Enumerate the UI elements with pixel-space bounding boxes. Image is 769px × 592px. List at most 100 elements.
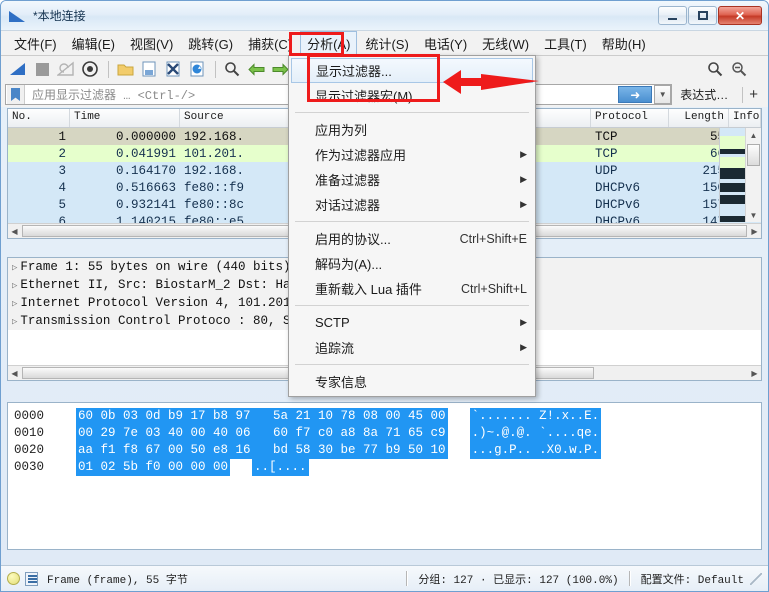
menu-sctp[interactable]: SCTP ▶	[289, 310, 535, 335]
column-header-length[interactable]: Length	[669, 109, 729, 127]
bookmark-icon[interactable]	[7, 85, 25, 104]
menu-prepare-filter[interactable]: 准备过滤器 ▶	[289, 167, 535, 192]
scroll-right-icon[interactable]: ▶	[748, 227, 761, 236]
menu-follow-stream[interactable]: 追踪流 ▶	[289, 335, 535, 360]
cell-source: fe80::f9	[184, 180, 245, 195]
cell-protocol: UDP	[595, 163, 618, 178]
annotation-arrow	[441, 69, 541, 100]
hex-bytes: aa f1 f8 67 00 50 e8 16 bd 58 30 be 77 b…	[76, 442, 448, 459]
restart-capture-icon[interactable]	[55, 58, 77, 80]
menu-wireless[interactable]: 无线(W)	[475, 31, 536, 56]
expression-button[interactable]: 表达式…	[672, 86, 736, 103]
hex-ascii: ..[....	[252, 459, 309, 476]
hex-row[interactable]: 0000 60 0b 03 0d b9 17 b8 97 5a 21 10 78…	[14, 408, 761, 425]
status-packets-text: 分组: 127 · 已显示: 127 (100.0%)	[418, 574, 619, 587]
hex-row[interactable]: 0020 aa f1 f8 67 00 50 e8 16 bd 58 30 be…	[14, 442, 761, 459]
minimize-button[interactable]	[658, 6, 687, 25]
expand-triangle-icon[interactable]: ▷	[12, 281, 17, 291]
scroll-up-icon[interactable]: ▲	[746, 128, 761, 142]
menu-item-label: 显示过滤器...	[316, 64, 392, 79]
menu-capture[interactable]: 捕获(C)	[241, 31, 299, 56]
menu-statistics[interactable]: 统计(S)	[358, 31, 415, 56]
colorbar-segment	[720, 168, 745, 179]
scroll-left-icon[interactable]: ◀	[8, 369, 21, 378]
expand-triangle-icon[interactable]: ▷	[12, 317, 17, 327]
toolbar-separator	[215, 60, 216, 78]
open-file-icon[interactable]	[114, 58, 136, 80]
submenu-arrow-icon: ▶	[520, 174, 527, 184]
menu-analyze[interactable]: 分析(A)	[300, 30, 358, 56]
menu-item-shortcut: Ctrl+Shift+E	[459, 231, 527, 246]
close-button[interactable]: ✕	[718, 6, 762, 25]
status-frame-text: Frame (frame), 55 字节	[47, 574, 188, 587]
menu-conversation-filter[interactable]: 对话过滤器 ▶	[289, 192, 535, 217]
cell-time: 0.932141	[115, 197, 176, 212]
menu-file[interactable]: 文件(F)	[7, 31, 64, 56]
packet-list-vertical-scrollbar[interactable]: ▲ ▼	[745, 128, 761, 222]
menu-decode-as[interactable]: 解码为(A)...	[289, 251, 535, 276]
colorbar-segment	[720, 157, 745, 168]
go-back-icon[interactable]	[245, 58, 267, 80]
reload-file-icon[interactable]	[186, 58, 208, 80]
arrow-right-icon[interactable]: ➜	[618, 86, 653, 103]
menu-bar: 文件(F) 编辑(E) 视图(V) 跳转(G) 捕获(C) 分析(A) 统计(S…	[1, 30, 768, 56]
expand-triangle-icon[interactable]: ▷	[12, 263, 17, 273]
chevron-down-icon[interactable]: ▼	[654, 85, 672, 104]
status-profile-text: 配置文件: Default	[640, 574, 744, 587]
column-header-no[interactable]: No.	[8, 109, 70, 127]
menu-help[interactable]: 帮助(H)	[595, 31, 653, 56]
capture-comment-icon[interactable]	[25, 571, 38, 586]
hex-offset: 0000	[14, 409, 45, 423]
find-packet-icon[interactable]	[221, 58, 243, 80]
window-title: *本地连接	[33, 9, 86, 23]
menu-view[interactable]: 视图(V)	[123, 31, 180, 56]
scroll-right-icon[interactable]: ▶	[748, 369, 761, 378]
menu-enabled-protocols[interactable]: 启用的协议... Ctrl+Shift+E	[289, 226, 535, 251]
wireshark-window: *本地连接 ✕ 文件(F) 编辑(E) 视图(V) 跳转(G) 捕获(C) 分析…	[0, 0, 769, 592]
maximize-button[interactable]	[688, 6, 717, 25]
menu-tools[interactable]: 工具(T)	[537, 31, 594, 56]
menu-expert-information[interactable]: 专家信息	[289, 369, 535, 394]
menu-apply-as-filter[interactable]: 作为过滤器应用 ▶	[289, 142, 535, 167]
colorbar-segment	[720, 195, 745, 204]
submenu-arrow-icon: ▶	[520, 317, 527, 327]
capture-options-icon[interactable]	[79, 58, 101, 80]
menu-edit[interactable]: 编辑(E)	[65, 31, 122, 56]
menu-apply-as-column[interactable]: 应用为列	[289, 117, 535, 142]
cell-protocol: DHCPv6	[595, 197, 641, 212]
cell-no: 5	[58, 197, 66, 212]
colorbar-segment	[720, 136, 745, 149]
submenu-arrow-icon: ▶	[520, 342, 527, 352]
hex-ascii: `....... Z!.x..E.	[469, 408, 602, 425]
filter-placeholder: 应用显示过滤器 … <Ctrl-/>	[32, 89, 196, 103]
scrollbar-thumb[interactable]	[747, 144, 760, 166]
hex-bytes: 00 29 7e 03 40 00 40 06 60 f7 c0 a8 8a 7…	[76, 425, 448, 442]
menu-item-label: 对话过滤器	[315, 198, 381, 213]
menu-item-label: SCTP	[315, 315, 350, 330]
expert-info-icon[interactable]	[7, 572, 20, 585]
column-header-protocol[interactable]: Protocol	[591, 109, 669, 127]
menu-telephony[interactable]: 电话(Y)	[417, 31, 474, 56]
start-capture-icon[interactable]	[7, 58, 29, 80]
resize-grip-icon[interactable]	[750, 572, 762, 585]
expand-triangle-icon[interactable]: ▷	[12, 299, 17, 309]
column-header-source[interactable]: Source	[180, 109, 300, 127]
save-file-icon[interactable]	[138, 58, 160, 80]
scroll-down-icon[interactable]: ▼	[746, 208, 761, 222]
cell-source: fe80::8c	[184, 197, 245, 212]
hex-row[interactable]: 0010 00 29 7e 03 40 00 40 06 60 f7 c0 a8…	[14, 425, 761, 442]
colorbar-segment	[720, 204, 745, 216]
scroll-left-icon[interactable]: ◀	[8, 227, 21, 236]
menu-reload-lua-plugins[interactable]: 重新载入 Lua 插件 Ctrl+Shift+L	[289, 276, 535, 301]
add-filter-button[interactable]: +	[749, 86, 764, 103]
stop-capture-icon[interactable]	[31, 58, 53, 80]
column-header-time[interactable]: Time	[70, 109, 180, 127]
cell-no: 4	[58, 180, 66, 195]
hex-row[interactable]: 0030 01 02 5b f0 00 00 00 ..[....	[14, 459, 761, 476]
close-file-icon[interactable]	[162, 58, 184, 80]
zoom-out-icon[interactable]	[728, 58, 750, 80]
column-header-info[interactable]: Info	[729, 109, 761, 127]
status-bar: Frame (frame), 55 字节 分组: 127 · 已显示: 127 …	[1, 565, 768, 591]
colorize-icon[interactable]	[704, 58, 726, 80]
menu-go[interactable]: 跳转(G)	[181, 31, 240, 56]
